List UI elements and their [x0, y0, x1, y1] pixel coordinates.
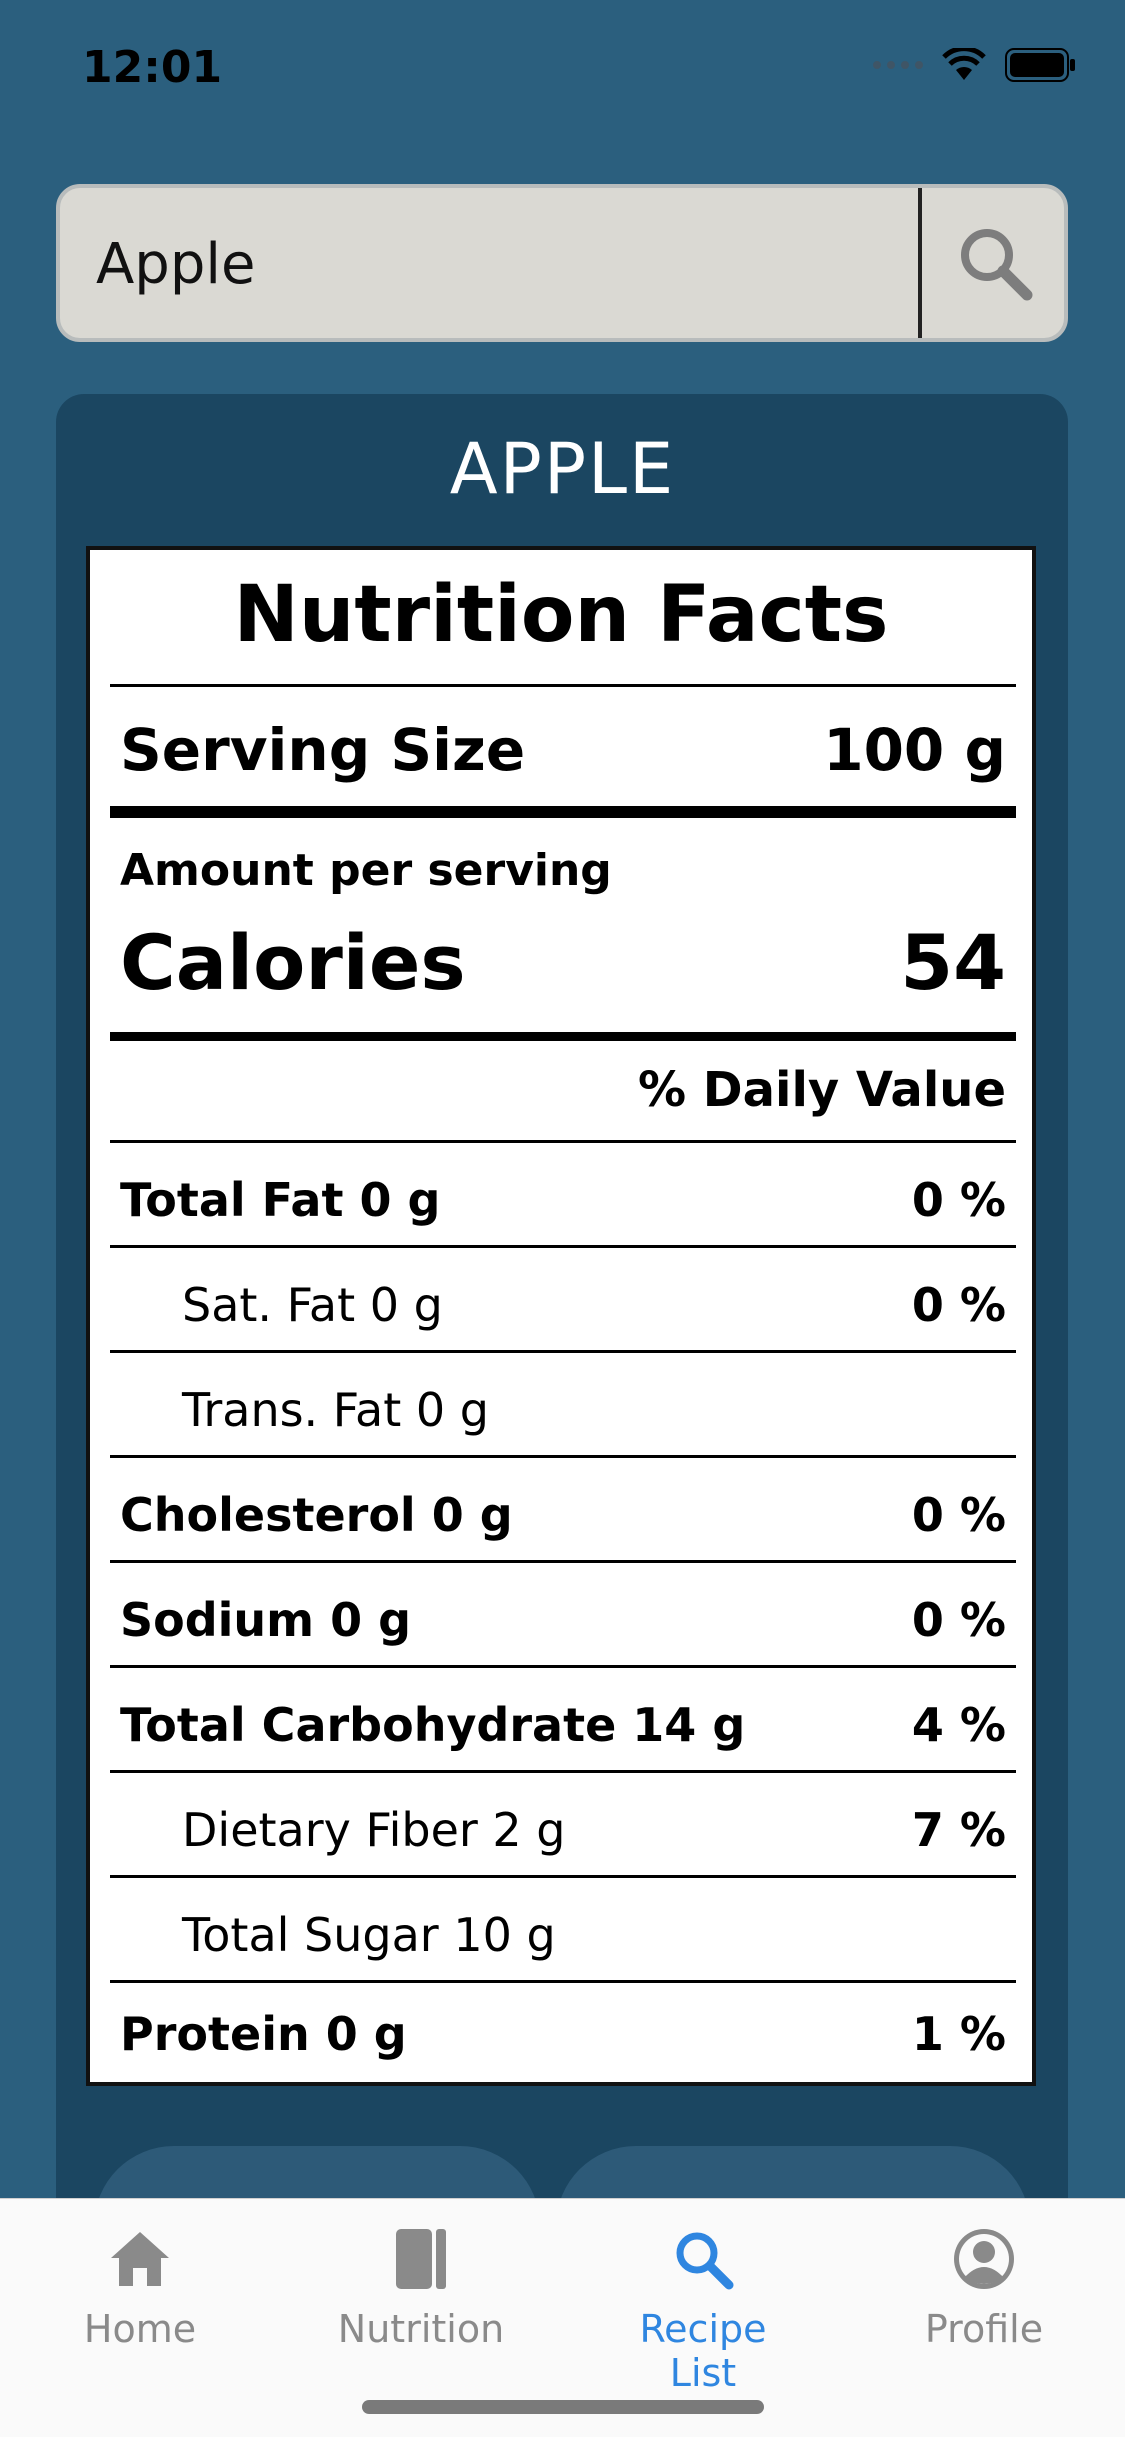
nutrient-label: Protein 0 g — [120, 2007, 407, 2061]
tab-nutrition[interactable]: Nutrition — [321, 2219, 521, 2351]
divider — [110, 1350, 1016, 1353]
nutrient-row: Dietary Fiber 2 g 7 % — [120, 1780, 1006, 1880]
tab-recipe-list[interactable]: Recipe List — [603, 2219, 803, 2395]
divider — [110, 1560, 1016, 1563]
profile-icon — [954, 2229, 1014, 2289]
nutrient-daily-value: 0 % — [911, 1173, 1006, 1227]
search-bar: Apple — [56, 184, 1068, 342]
nutrient-label: Trans. Fat 0 g — [182, 1383, 489, 1437]
divider — [110, 1140, 1016, 1143]
nutrient-row: Cholesterol 0 g 0 % — [120, 1465, 1006, 1565]
nutrient-label: Cholesterol 0 g — [120, 1488, 513, 1542]
search-icon — [676, 2232, 734, 2290]
nutrient-label: Total Sugar 10 g — [182, 1908, 556, 1962]
nutrient-label: Dietary Fiber 2 g — [182, 1803, 566, 1857]
nutrition-facts-label: Nutrition Facts Serving Size 100 g Amoun… — [86, 546, 1036, 2086]
nutrient-daily-value: 4 % — [911, 1698, 1006, 1752]
nutrient-daily-value: 0 % — [911, 1488, 1006, 1542]
search-button[interactable] — [922, 188, 1068, 338]
divider — [110, 1665, 1016, 1668]
serving-size-row: Serving Size 100 g — [120, 710, 1006, 790]
amount-per-serving-label: Amount per serving — [120, 844, 612, 896]
nutrient-daily-value: 0 % — [911, 1278, 1006, 1332]
search-input[interactable]: Apple — [96, 232, 255, 297]
nutrient-row: Protein 0 g 1 % — [120, 1986, 1006, 2082]
home-indicator[interactable] — [362, 2400, 764, 2414]
wifi-icon — [942, 48, 986, 80]
nutrition-facts-title: Nutrition Facts — [233, 570, 889, 660]
calories-label: Calories — [120, 917, 466, 1007]
book-icon — [396, 2229, 446, 2289]
amount-per-serving-row: Amount per serving — [120, 840, 1006, 900]
search-icon — [961, 229, 1033, 301]
food-title: APPLE — [449, 428, 676, 510]
thick-divider — [110, 806, 1016, 818]
tab-label: Home — [83, 2307, 197, 2351]
tab-profile[interactable]: Profile — [884, 2219, 1084, 2351]
battery-icon — [1005, 48, 1075, 82]
nutrient-row: Sat. Fat 0 g 0 % — [120, 1255, 1006, 1355]
status-indicators — [873, 48, 1077, 82]
home-icon — [111, 2232, 169, 2286]
status-time: 12:01 — [82, 42, 223, 93]
divider — [110, 684, 1016, 687]
nutrient-row: Total Sugar 10 g — [120, 1885, 1006, 1985]
nutrient-daily-value: 0 % — [911, 1593, 1006, 1647]
nutrient-row: Total Carbohydrate 14 g 4 % — [120, 1675, 1006, 1775]
daily-value-header-row: % Daily Value — [120, 1050, 1006, 1130]
nutrient-row: Trans. Fat 0 g — [120, 1360, 1006, 1460]
tab-label: Profile — [924, 2307, 1044, 2351]
nutrient-row: Sodium 0 g 0 % — [120, 1570, 1006, 1670]
calories-value: 54 — [900, 917, 1006, 1007]
tab-label: Nutrition — [337, 2307, 505, 2351]
nutrient-daily-value: 7 % — [911, 1803, 1006, 1857]
nutrient-label: Total Carbohydrate 14 g — [120, 1698, 746, 1752]
cellular-signal-icon — [873, 61, 923, 69]
serving-size-label: Serving Size — [120, 716, 526, 784]
serving-size-value: 100 g — [823, 716, 1006, 784]
status-bar: 12:01 — [0, 0, 1125, 140]
nutrient-label: Sat. Fat 0 g — [182, 1278, 443, 1332]
thick-divider — [110, 1032, 1016, 1041]
divider — [110, 1455, 1016, 1458]
nutrient-row: Total Fat 0 g 0 % — [120, 1150, 1006, 1250]
tab-label: Recipe List — [639, 2307, 767, 2395]
divider — [110, 1875, 1016, 1878]
divider — [110, 1770, 1016, 1773]
daily-value-header: % Daily Value — [637, 1062, 1006, 1118]
nutrient-daily-value: 1 % — [911, 2007, 1006, 2061]
divider — [110, 1245, 1016, 1248]
tab-home[interactable]: Home — [40, 2219, 240, 2351]
calories-row: Calories 54 — [120, 912, 1006, 1012]
nutrient-label: Total Fat 0 g — [120, 1173, 441, 1227]
divider — [110, 1980, 1016, 1983]
nutrient-label: Sodium 0 g — [120, 1593, 412, 1647]
